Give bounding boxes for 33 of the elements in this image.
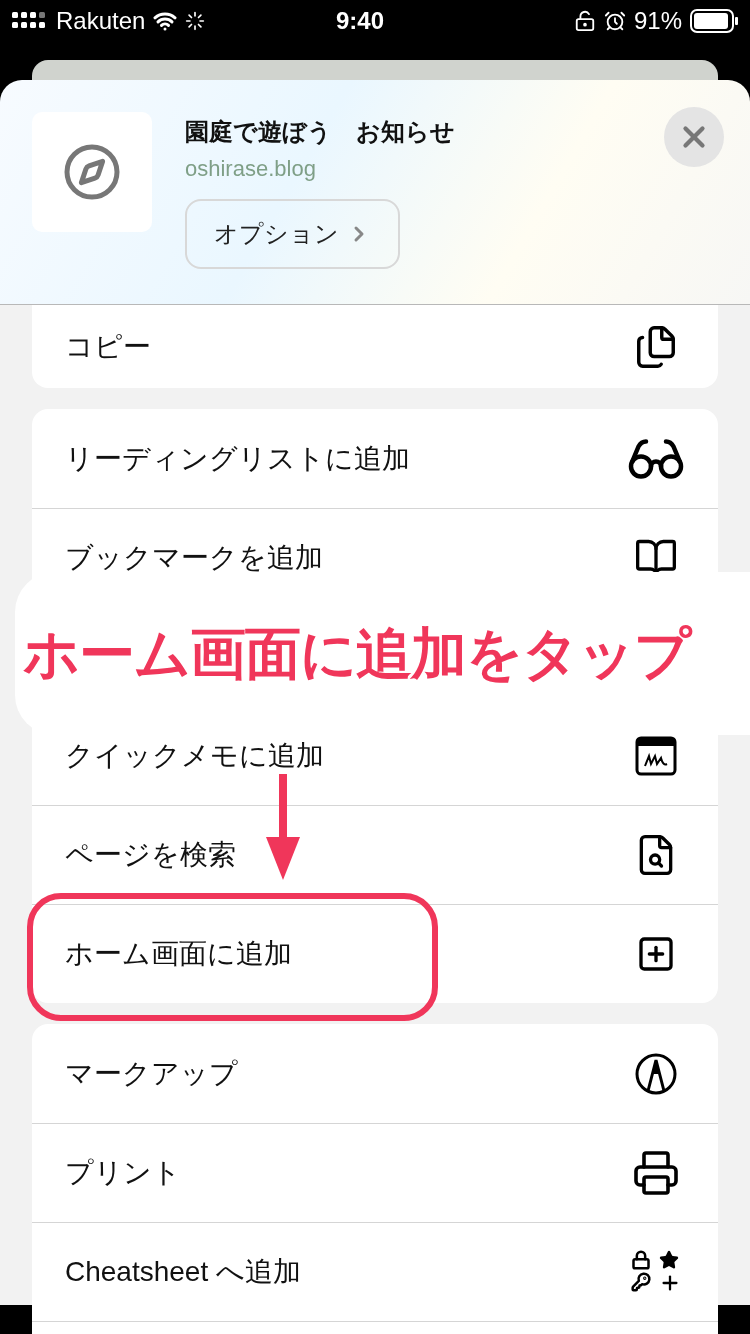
battery-icon: [690, 9, 738, 33]
add-square-icon: [636, 934, 676, 974]
action-label: リーディングリストに追加: [65, 441, 410, 476]
action-label: ホーム画面に追加: [65, 937, 292, 971]
action-label: マークアップ: [65, 1056, 238, 1091]
battery-percent: 91%: [633, 6, 682, 36]
page-title: 園庭で遊ぼう お知らせ: [185, 117, 456, 147]
action-row[interactable]: リーディングリストに追加: [32, 409, 718, 508]
pen-tip-icon: [634, 1051, 678, 1096]
action-row[interactable]: コピー: [32, 305, 718, 388]
printer-icon: [632, 1149, 680, 1197]
status-time: 9:40: [334, 6, 385, 36]
action-row[interactable]: Cheatsheet へ追加: [32, 1222, 718, 1321]
action-label: プリント: [65, 1156, 181, 1190]
action-label: クイックメモに追加: [65, 739, 324, 773]
options-button[interactable]: オプション: [185, 199, 400, 269]
compass-icon: [62, 142, 122, 202]
action-row[interactable]: ホーム画面に追加: [32, 904, 718, 1003]
loading-icon: [185, 11, 206, 31]
memo-icon: [635, 736, 677, 776]
carrier-name: Rakuten: [56, 6, 146, 36]
alarm-icon: [603, 10, 626, 32]
lock-star-key-plus-icon: [631, 1250, 681, 1294]
action-label: ブックマークを追加: [65, 541, 323, 575]
action-label: コピー: [65, 329, 151, 364]
rotation-lock-icon: [573, 10, 596, 32]
action-row[interactable]: プリント: [32, 1123, 718, 1222]
action-label: Cheatsheet へ追加: [65, 1255, 301, 1289]
action-row[interactable]: マークアップ: [32, 1024, 718, 1123]
close-button[interactable]: [664, 107, 724, 167]
page-domain: oshirase.blog: [185, 155, 317, 183]
callout-text: ホーム画面に追加をタップ: [23, 620, 690, 687]
action-label: ページを検索: [65, 838, 236, 872]
